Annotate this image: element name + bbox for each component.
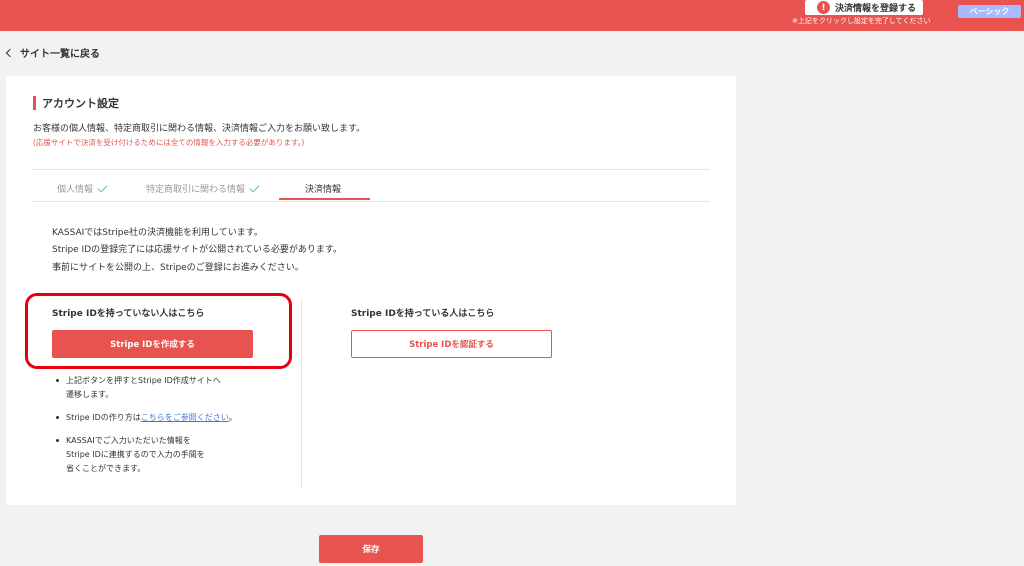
active-tab-indicator: [279, 198, 370, 200]
list-item: KASSAIでご入力いただいた情報を Stripe IDに連携するので入力の手間…: [55, 434, 237, 476]
save-button[interactable]: 保存: [319, 535, 423, 563]
section-title: アカウント設定: [33, 95, 119, 111]
register-payment-button[interactable]: ! 決済情報を登録する: [805, 0, 923, 15]
alert-icon: !: [817, 1, 830, 14]
check-icon: [249, 182, 260, 192]
highlight-annotation: [25, 293, 292, 369]
register-payment-label: 決済情報を登録する: [835, 4, 917, 14]
list-item: 上記ボタンを押すとStripe ID作成サイトへ 遷移します。: [55, 374, 237, 402]
top-bar: ! 決済情報を登録する ※上記をクリックし設定を完了してください ベーシック: [0, 0, 1024, 31]
check-icon: [97, 182, 108, 192]
tab-personal-info[interactable]: 個人情報: [57, 182, 108, 195]
verify-stripe-id-button[interactable]: Stripe IDを認証する: [351, 330, 552, 358]
section-title-text: アカウント設定: [42, 97, 119, 110]
section-title-bar: [33, 96, 36, 110]
description-line: 事前にサイトを公開の上、Stripeのご登録にお進みください。: [52, 263, 304, 273]
list-item: Stripe IDの作り方はこちらをご参照ください。: [55, 411, 237, 425]
back-link-label: サイト一覧に戻る: [20, 49, 100, 60]
tabs-top-divider: [33, 169, 710, 170]
tabs-bottom-divider: [33, 201, 710, 202]
tab-commercial-transactions[interactable]: 特定商取引に関わる情報: [146, 182, 260, 195]
plan-badge[interactable]: ベーシック: [958, 5, 1021, 18]
tab-payment-info[interactable]: 決済情報: [305, 182, 341, 195]
tab-label: 決済情報: [305, 185, 342, 195]
description-line: KASSAIではStripe社の決済機能を利用しています。: [52, 228, 263, 238]
section-intro: お客様の個人情報、特定商取引に関わる情報、決済情報ご入力をお願い致します。: [33, 124, 366, 134]
alert-note: ※上記をクリックし設定を完了してください: [792, 17, 931, 25]
column-divider: [301, 298, 302, 488]
no-id-bullets: 上記ボタンを押すとStripe ID作成サイトへ 遷移します。 Stripe I…: [55, 374, 237, 485]
has-id-heading: Stripe IDを持っている人はこちら: [351, 309, 495, 319]
description-line: Stripe IDの登録完了には応援サイトが公開されている必要があります。: [52, 245, 342, 255]
stripe-guide-link[interactable]: こちらをご参照ください: [141, 413, 229, 422]
tab-label: 特定商取引に関わる情報: [146, 185, 246, 195]
back-to-sites-link[interactable]: サイト一覧に戻る: [4, 45, 100, 60]
chevron-left-icon: [5, 48, 15, 57]
tab-label: 個人情報: [57, 185, 94, 195]
account-settings-card: アカウント設定 お客様の個人情報、特定商取引に関わる情報、決済情報ご入力をお願い…: [6, 76, 736, 505]
section-note: (応援サイトで決済を受け付けるためには全ての情報を入力する必要があります。): [33, 138, 305, 147]
